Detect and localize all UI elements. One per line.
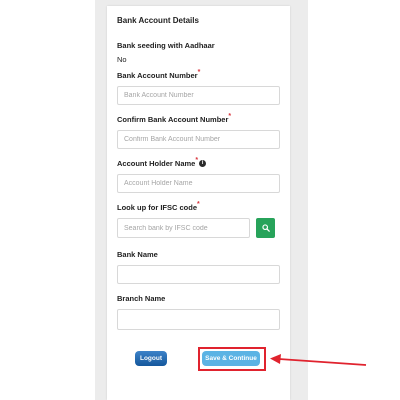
arrow-icon	[270, 354, 367, 366]
